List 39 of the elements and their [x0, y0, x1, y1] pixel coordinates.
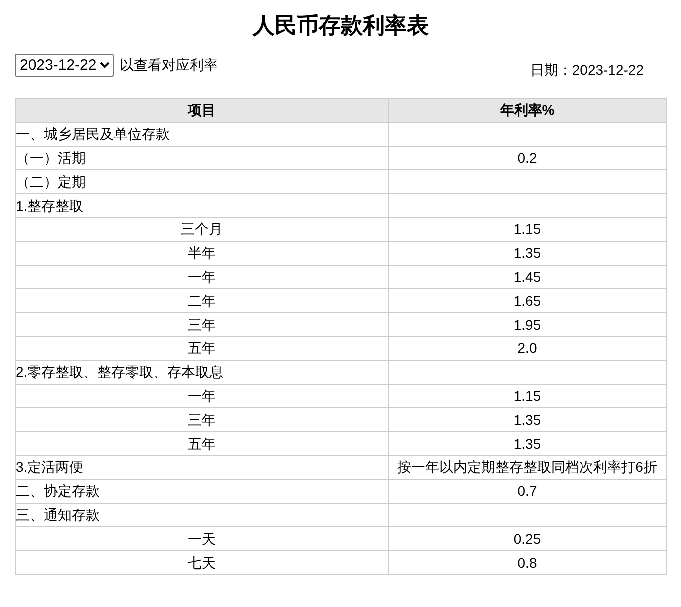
item-cell: 七天	[188, 554, 216, 571]
column-header: 年利率%	[388, 98, 666, 122]
item-cell: 三年	[188, 412, 216, 428]
rate-cell: 0.8	[518, 554, 538, 571]
rate-cell: 2.0	[518, 340, 538, 356]
item-cell: 一年	[188, 388, 216, 404]
item-cell: 三、通知存款	[16, 506, 100, 523]
rate-cell: 1.35	[514, 436, 542, 452]
item-cell: 三个月	[181, 221, 223, 238]
rate-cell: 0.2	[518, 150, 538, 166]
rate-cell: 1.35	[514, 245, 542, 262]
rate-cell: 按一年以内定期整存整取同档次利率打6折	[398, 459, 658, 476]
date-label: 日期：2023-12-22	[530, 62, 644, 80]
item-cell: 五年	[188, 340, 216, 356]
rate-cell: 1.15	[514, 388, 542, 404]
item-cell: 一、城乡居民及单位存款	[16, 126, 170, 142]
item-cell: 三年	[188, 316, 216, 333]
rate-cell: 1.95	[514, 316, 542, 333]
item-cell: 3.定活两便	[16, 459, 84, 476]
rate-cell: 1.65	[514, 292, 542, 309]
item-cell: 一年	[188, 268, 216, 285]
rate-cell: 1.35	[514, 412, 542, 428]
page-title: 人民币存款利率表	[252, 12, 430, 40]
date-select[interactable]: 2023-12-22	[15, 54, 114, 77]
item-cell: 半年	[188, 245, 216, 262]
item-cell: （二）定期	[16, 174, 86, 190]
rate-cell: 0.25	[514, 530, 542, 547]
item-cell: 二、协定存款	[16, 483, 100, 500]
item-cell: 二年	[188, 292, 216, 309]
item-cell: 1.整存整取	[16, 198, 84, 214]
item-cell: 2.零存整取、整存零取、存本取息	[16, 364, 224, 380]
item-cell: 一天	[188, 530, 216, 547]
select-hint: 以查看对应利率	[120, 56, 218, 74]
item-cell: 五年	[188, 436, 216, 452]
rate-cell: 1.45	[514, 268, 542, 285]
rate-cell: 1.15	[514, 221, 542, 238]
rate-cell: 0.7	[518, 483, 538, 500]
item-cell: （一）活期	[16, 150, 86, 166]
column-header: 项目	[16, 98, 388, 122]
